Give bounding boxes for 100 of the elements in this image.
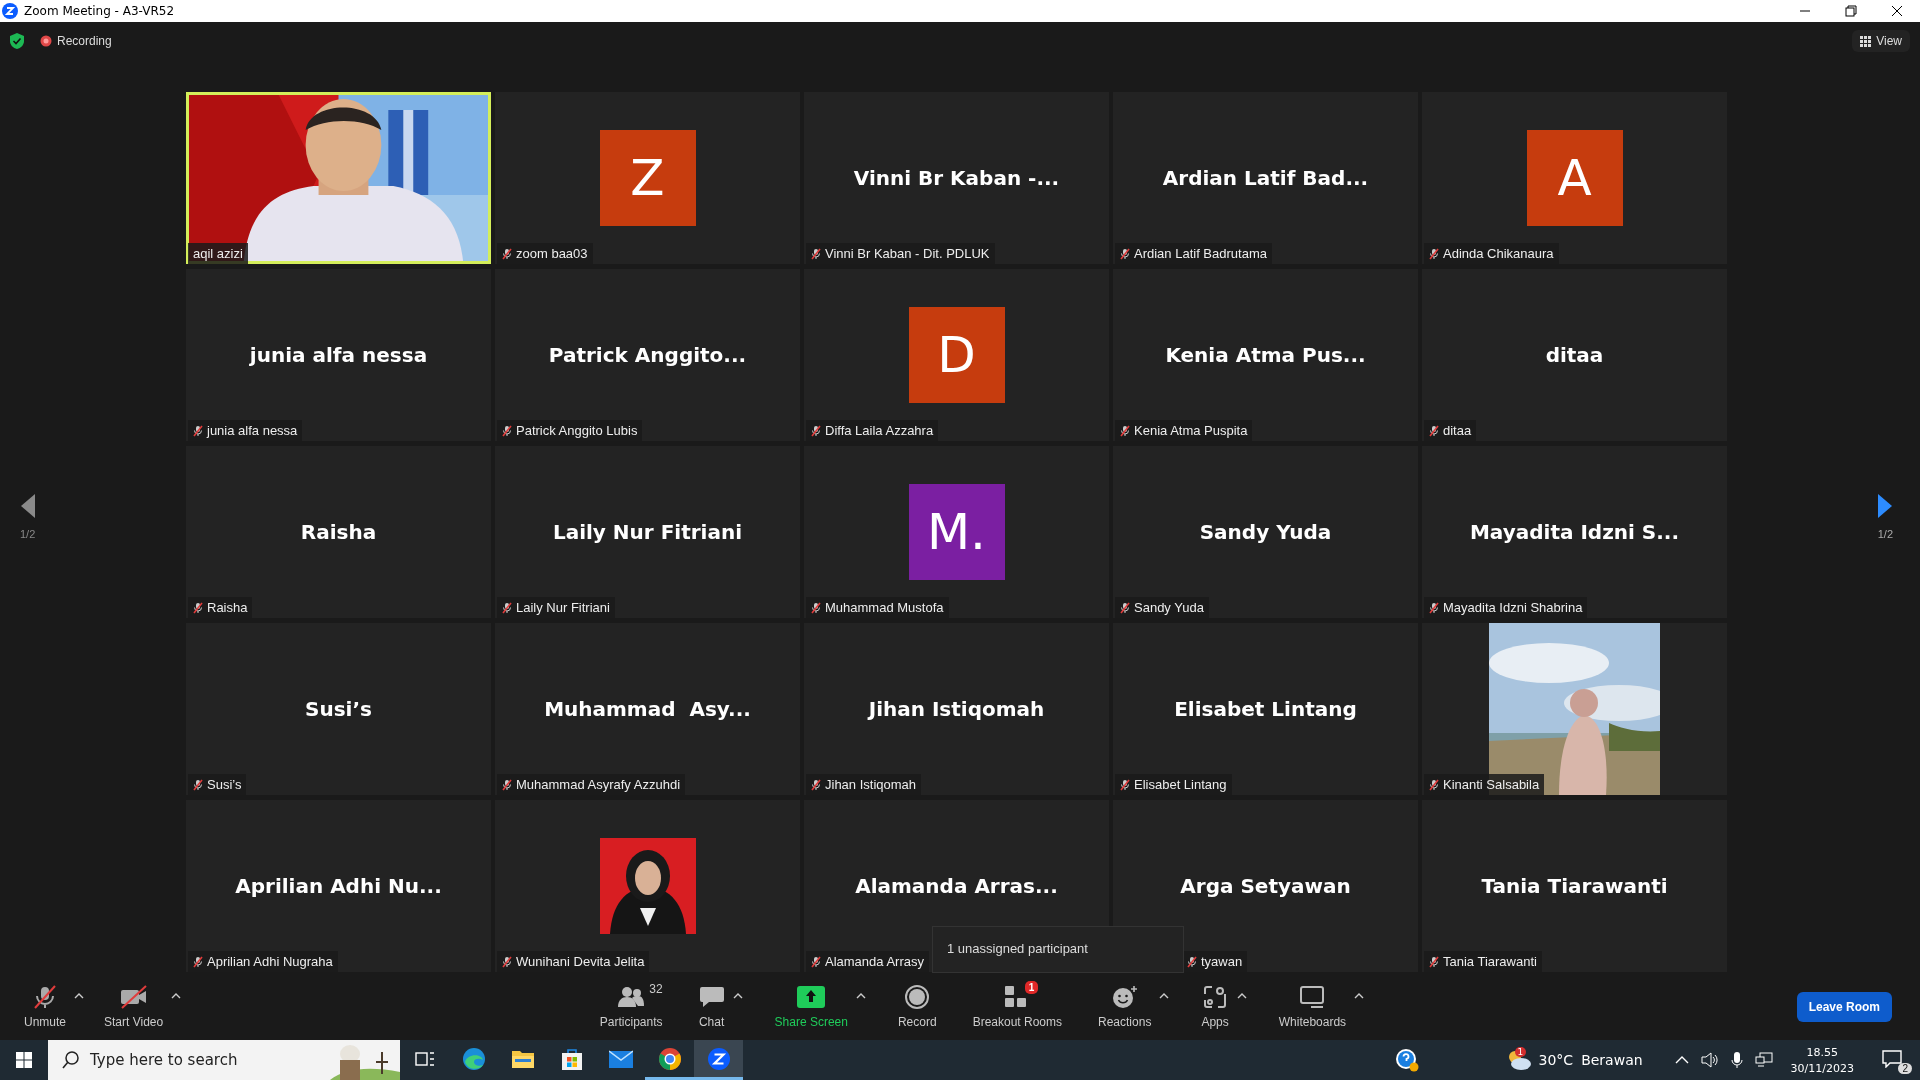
- participant-name: Kinanti Salsabila: [1443, 777, 1540, 792]
- participant-name: Mayadita Idzni Shabrina: [1443, 600, 1583, 615]
- display-name: Muhammad Asy...: [544, 697, 751, 721]
- participant-name: Alamanda Arrasy: [825, 954, 924, 969]
- leave-room-button[interactable]: Leave Room: [1796, 991, 1892, 1022]
- display-name: Aprilian Adhi Nu...: [235, 874, 442, 898]
- participant-name: Ardian Latif Badrutama: [1134, 246, 1267, 261]
- participant-name: Vinni Br Kaban - Dit. PDLUK: [825, 246, 990, 261]
- avatar-initial: D: [908, 307, 1005, 403]
- participant-name: aqil azizi: [193, 246, 243, 261]
- chrome-icon: [657, 1046, 682, 1071]
- folder-icon: [510, 1048, 535, 1069]
- caret-icon[interactable]: [855, 992, 866, 1000]
- avatar-initial: Z: [599, 130, 696, 226]
- display-name: junia alfa nessa: [249, 343, 428, 367]
- display-name: Susi’s: [305, 697, 372, 721]
- participant-name: Kenia Atma Puspita: [1134, 423, 1248, 438]
- participant-count: 32: [649, 982, 663, 996]
- breakout-rooms-button[interactable]: 1 Breakout Rooms: [968, 978, 1066, 1035]
- weather-condition: Berawan: [1581, 1052, 1643, 1068]
- task-view-icon: [414, 1049, 435, 1068]
- record-button[interactable]: Record: [893, 978, 941, 1035]
- participant-name: ditaa: [1443, 423, 1472, 438]
- microphone-icon[interactable]: [1730, 1051, 1743, 1069]
- participant-name: Tania Tiarawanti: [1443, 954, 1537, 969]
- apps-button[interactable]: Apps: [1197, 978, 1233, 1035]
- weather-widget[interactable]: 1 30°C Berawan: [1500, 1049, 1649, 1071]
- zoom-app-icon: [706, 1046, 731, 1071]
- store-bag-icon: [559, 1046, 584, 1071]
- display-name: ditaa: [1545, 343, 1604, 367]
- next-page-arrow[interactable]: [1878, 493, 1893, 518]
- participant-name: Elisabet Lintang: [1134, 777, 1227, 792]
- date-text: 30/11/2023: [1790, 1061, 1854, 1075]
- display-name: Ardian Latif Bad...: [1162, 166, 1369, 190]
- caret-icon[interactable]: [74, 992, 85, 1000]
- weather-badge: 1: [1514, 1047, 1527, 1057]
- participants-icon: [617, 985, 646, 1009]
- tooltip-text: 1 unassigned participant: [947, 941, 1088, 956]
- notifications-button[interactable]: 2: [1872, 1044, 1914, 1076]
- display-name: Elisabet Lintang: [1174, 697, 1357, 721]
- caret-icon[interactable]: [732, 992, 743, 1000]
- clock[interactable]: 18.55 30/11/2023: [1784, 1044, 1860, 1076]
- page-indicator: 1/2: [20, 527, 36, 540]
- display-name: Raisha: [300, 520, 377, 544]
- help-icon[interactable]: [1394, 1048, 1419, 1072]
- caret-icon[interactable]: [1236, 992, 1247, 1000]
- shield-check-icon: [10, 33, 24, 49]
- share-screen-button[interactable]: Share Screen: [770, 978, 852, 1035]
- display-name: Vinni Br Kaban -...: [853, 166, 1060, 190]
- close-icon: [1891, 5, 1903, 17]
- speaker-icon[interactable]: [1700, 1052, 1719, 1068]
- participant-name: Muhammad Mustofa: [825, 600, 944, 615]
- participant-name: junia alfa nessa: [207, 423, 298, 438]
- page-indicator: 1/2: [1877, 527, 1893, 540]
- chat-bubble-icon: [698, 985, 725, 1009]
- participant-name: Wunihani Devita Jelita: [516, 954, 645, 969]
- participant-name: Aprilian Adhi Nugraha: [207, 954, 333, 969]
- chat-button[interactable]: Chat: [694, 978, 729, 1035]
- taskbar-app[interactable]: [694, 1040, 743, 1080]
- speech-bubble-icon: [1882, 1050, 1902, 1068]
- windows-logo-icon: [16, 1052, 32, 1068]
- restore-icon: [1845, 5, 1857, 17]
- chevron-up-icon[interactable]: [1674, 1055, 1689, 1065]
- participant-name: Laily Nur Fitriani: [516, 600, 610, 615]
- display-name: Patrick Anggito...: [548, 343, 747, 367]
- start-video-button[interactable]: Start Video: [100, 978, 168, 1035]
- record-icon: [905, 985, 930, 1009]
- grid-icon: [1860, 35, 1872, 47]
- display-name: Arga Setyawan: [1180, 874, 1351, 898]
- time-text: 18.55: [1806, 1045, 1839, 1059]
- caret-icon[interactable]: [1159, 992, 1170, 1000]
- avatar-initial: A: [1526, 130, 1623, 226]
- reactions-button[interactable]: Reactions: [1094, 978, 1156, 1035]
- participant-name: Jihan Istiqomah: [825, 777, 917, 792]
- caret-icon[interactable]: [171, 992, 182, 1000]
- apps-icon: [1203, 985, 1228, 1009]
- video-off-icon: [118, 984, 149, 1010]
- window-title: Zoom Meeting - A3-VR52: [24, 4, 176, 18]
- participant-name: Raisha: [207, 600, 248, 615]
- participant-name: Muhammad Asyrafy Azzuhdi: [516, 777, 681, 792]
- unmute-button[interactable]: Unmute: [20, 978, 71, 1035]
- participant-name: Patrick Anggito Lubis: [516, 423, 638, 438]
- view-button[interactable]: View: [1852, 30, 1910, 52]
- avatar-initial: M.: [908, 484, 1005, 580]
- participant-name: Sandy Yuda: [1134, 600, 1204, 615]
- participant-name: Susi’s: [207, 777, 242, 792]
- search-field[interactable]: Type here to search: [48, 1040, 400, 1080]
- participant-name: Diffa Laila Azzahra: [825, 423, 934, 438]
- monitor-icon: [1299, 986, 1326, 1008]
- notification-badge: 1: [1024, 981, 1039, 994]
- whiteboards-button[interactable]: Whiteboards: [1274, 978, 1351, 1035]
- participants-button[interactable]: 32 Participants: [595, 978, 667, 1035]
- temperature: 30°C: [1538, 1052, 1574, 1068]
- search-icon: [62, 1051, 80, 1069]
- network-icon[interactable]: [1754, 1052, 1773, 1068]
- caret-icon[interactable]: [1354, 992, 1365, 1000]
- display-name: Sandy Yuda: [1199, 520, 1332, 544]
- search-placeholder: Type here to search: [90, 1051, 239, 1069]
- participant-name: Adinda Chikanaura: [1443, 246, 1554, 261]
- display-name: Laily Nur Fitriani: [552, 520, 743, 544]
